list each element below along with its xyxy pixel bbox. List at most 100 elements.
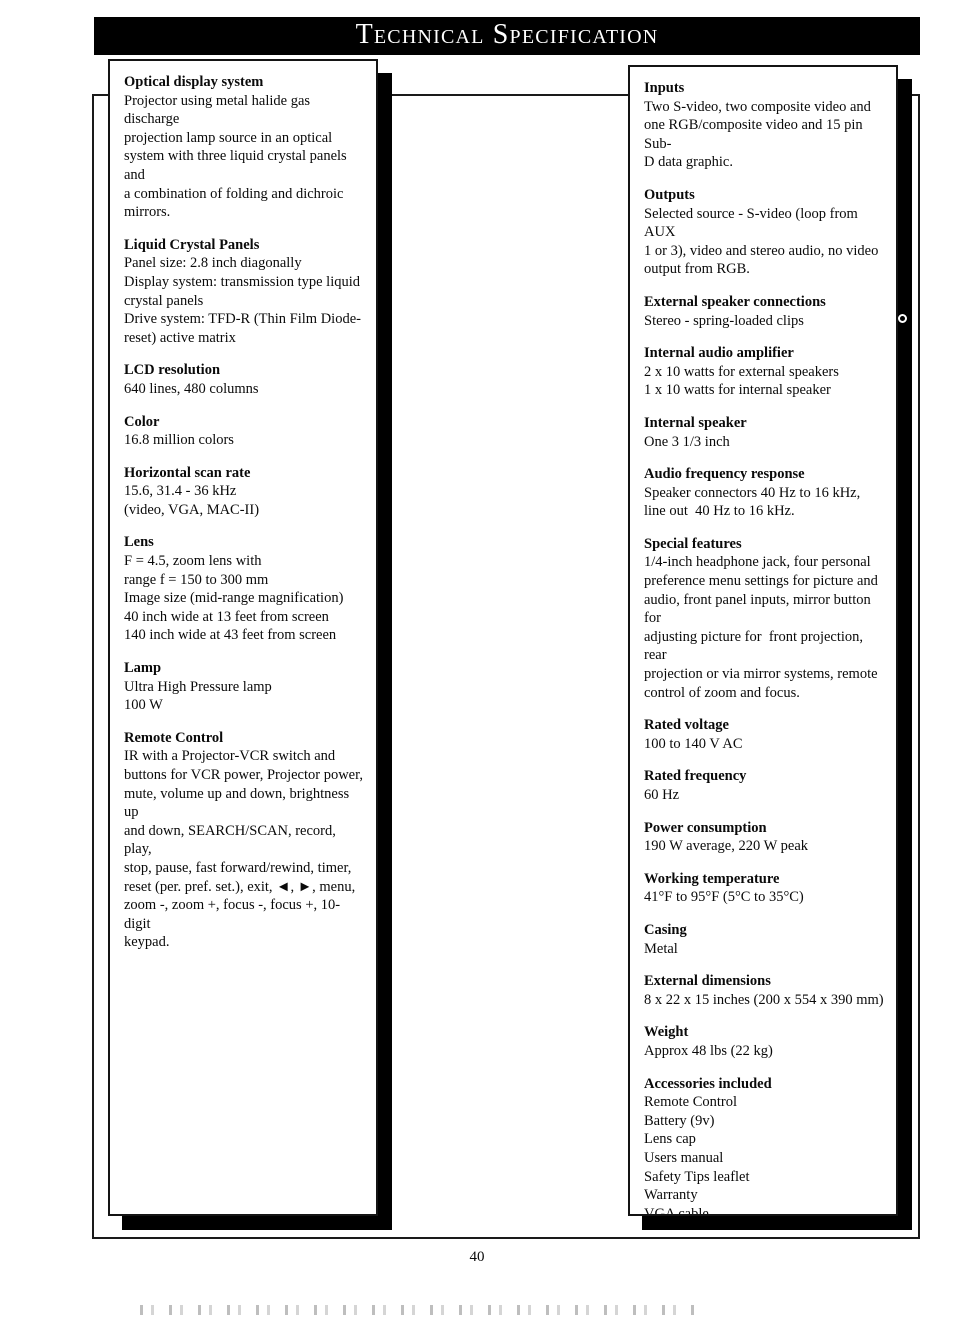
spec-line: preference menu settings for picture and (644, 573, 878, 590)
spec-line: 1 or 3), video and stereo audio, no vide… (644, 242, 879, 259)
spec-line: Image size (mid-range magnification) (124, 590, 344, 607)
spec-heading: Outputs (644, 186, 695, 203)
spec-line: reset (per. pref. set.), exit, ◄, ►, men… (124, 878, 356, 895)
spec-line: stop, pause, fast forward/rewind, timer, (124, 859, 352, 876)
spec-line: range f = 150 to 300 mm (124, 571, 269, 588)
spec-group: Power consumption 190 W average, 220 W pe… (644, 819, 886, 856)
spec-line: 8 x 22 x 15 inches (200 x 554 x 390 mm) (644, 991, 884, 1008)
spec-line: One 3 1/3 inch (644, 433, 730, 450)
spec-line: 16.8 million colors (124, 432, 234, 449)
spec-line: Projector using metal halide gas dischar… (124, 92, 314, 128)
spec-line: 640 lines, 480 columns (124, 380, 259, 397)
spec-heading: Power consumption (644, 819, 767, 836)
spec-line: projection or via mirror systems, remote (644, 666, 878, 683)
spec-group: Weight Approx 48 lbs (22 kg) (644, 1023, 886, 1060)
spec-heading: Lamp (124, 660, 162, 677)
spec-heading: LCD resolution (124, 362, 221, 379)
spec-line: Safety Tips leaflet (644, 1168, 750, 1185)
spec-group: Audio frequency response Speaker connecto… (644, 465, 886, 521)
spec-line: 15.6, 31.4 - 36 kHz (124, 483, 237, 500)
spec-heading: Internal audio amplifier (644, 345, 794, 362)
spec-group: Lens F = 4.5, zoom lens with range f = 150… (124, 533, 366, 645)
spec-line: one RGB/composite video and 15 pin Sub- (644, 117, 867, 152)
spec-heading: Internal speaker (644, 414, 747, 431)
spec-group: Casing Metal (644, 921, 886, 958)
spec-line: 2 x 10 watts for external speakers (644, 363, 839, 380)
spec-line: reset) active matrix (124, 329, 236, 346)
spec-heading: Inputs (644, 80, 685, 96)
spec-group: Special features 1/4-inch headphone jack,… (644, 535, 886, 702)
spec-line: 140 inch wide at 43 feet from screen (124, 627, 337, 644)
spec-line: buttons for VCR power, Projector power, (124, 767, 363, 783)
spec-heading: Liquid Crystal Panels (124, 236, 260, 253)
spec-heading: Horizontal scan rate (124, 464, 251, 481)
spec-line: Drive system: TFD-R (Thin Film Diode- (124, 311, 361, 328)
spec-line: 1 x 10 watts for internal speaker (644, 382, 831, 399)
spec-heading: Working temperature (644, 870, 780, 887)
technical-specification-banner: Technical Specification (94, 17, 920, 55)
spec-line: Selected source - S-video (loop from AUX (644, 205, 861, 241)
right-specification-panel: Inputs Two S-video, two composite video a… (628, 65, 898, 1216)
spec-line: crystal panels (124, 292, 204, 309)
spec-heading: Weight (644, 1024, 689, 1041)
spec-line: audio, front panel inputs, mirror button… (644, 591, 875, 627)
spec-group: Internal speaker One 3 1/3 inch (644, 414, 886, 451)
spec-line: 100 W (124, 697, 163, 714)
spec-group: Color 16.8 million colors (124, 413, 366, 450)
spec-heading: External dimensions (644, 973, 771, 990)
spec-line: Lens cap (644, 1131, 696, 1148)
spec-line: 100 to 140 V AC (644, 735, 743, 752)
spec-line: Battery (9v) (644, 1112, 715, 1129)
spec-line: VGA cable (644, 1205, 709, 1214)
spec-line: mirrors. (124, 204, 171, 221)
spec-group: Inputs Two S-video, two composite video a… (644, 79, 886, 172)
spec-group: LCD resolution 640 lines, 480 columns (124, 361, 366, 398)
spec-line: projection lamp source in an optical (124, 129, 333, 146)
spec-line: (video, VGA, MAC-II) (124, 501, 260, 518)
spec-group: Rated frequency 60 Hz (644, 767, 886, 804)
spec-group: Liquid Crystal Panels Panel size: 2.8 inc… (124, 236, 366, 348)
spec-heading: Rated frequency (644, 768, 747, 785)
spec-group: External speaker connections Stereo - spr… (644, 293, 886, 330)
spec-heading: Lens (124, 534, 154, 551)
spec-line: zoom -, zoom +, focus -, focus +, 10-dig… (124, 897, 341, 932)
spec-line: 1/4-inch headphone jack, four personal (644, 554, 871, 571)
spec-group: Rated voltage 100 to 140 V AC (644, 716, 886, 753)
spec-line: control of zoom and focus. (644, 684, 800, 701)
spec-line: 41°F to 95°F (5°C to 35°C) (644, 889, 804, 906)
spec-heading: Accessories included (644, 1075, 772, 1092)
spec-line: Display system: transmission type liquid (124, 273, 361, 290)
spec-line: 190 W average, 220 W peak (644, 838, 809, 855)
spec-line: IR with a Projector-VCR switch and (124, 748, 336, 765)
footer-divider (92, 1237, 920, 1239)
spec-line: keypad. (124, 934, 170, 951)
spec-line: adjusting picture for front projection, … (644, 628, 867, 664)
right-specification-content: Inputs Two S-video, two composite video a… (630, 67, 896, 1214)
spec-group: Accessories included Remote Control Batter… (644, 1075, 886, 1214)
spec-line: mute, volume up and down, brightness up (124, 785, 353, 821)
spec-heading: Casing (644, 921, 687, 938)
spec-line: Approx 48 lbs (22 kg) (644, 1042, 773, 1059)
spec-line: 60 Hz (644, 787, 680, 803)
spec-group: Horizontal scan rate 15.6, 31.4 - 36 kHz(… (124, 464, 366, 520)
spec-heading: External speaker connections (644, 293, 826, 310)
spec-line: a combination of folding and dichroic (124, 185, 344, 202)
spec-group: Working temperature 41°F to 95°F (5°C to … (644, 870, 886, 907)
spec-line: system with three liquid crystal panels … (124, 148, 351, 183)
left-specification-panel: Optical display system Projector using me… (108, 59, 378, 1216)
spec-group: Remote Control IR with a Projector-VCR sw… (124, 729, 366, 952)
spec-line: Warranty (644, 1187, 698, 1204)
spec-heading: Color (124, 413, 160, 430)
spec-line: F = 4.5, zoom lens with (124, 553, 262, 570)
left-specification-content: Optical display system Projector using me… (110, 61, 376, 1214)
spec-line: Panel size: 2.8 inch diagonally (124, 255, 302, 272)
spec-group: External dimensions 8 x 22 x 15 inches (2… (644, 972, 886, 1009)
spec-line: line out 40 Hz to 16 kHz. (644, 503, 795, 520)
scan-smudge-artifact (140, 1305, 700, 1315)
spec-line: Metal (644, 940, 678, 957)
spec-group: Outputs Selected source - S-video (loop f… (644, 186, 886, 279)
spec-group: Internal audio amplifier 2 x 10 watts for… (644, 344, 886, 400)
spec-line: Speaker connectors 40 Hz to 16 kHz, (644, 484, 861, 501)
spec-group: Optical display system Projector using me… (124, 73, 366, 222)
page-title: Technical Specification (355, 19, 659, 50)
